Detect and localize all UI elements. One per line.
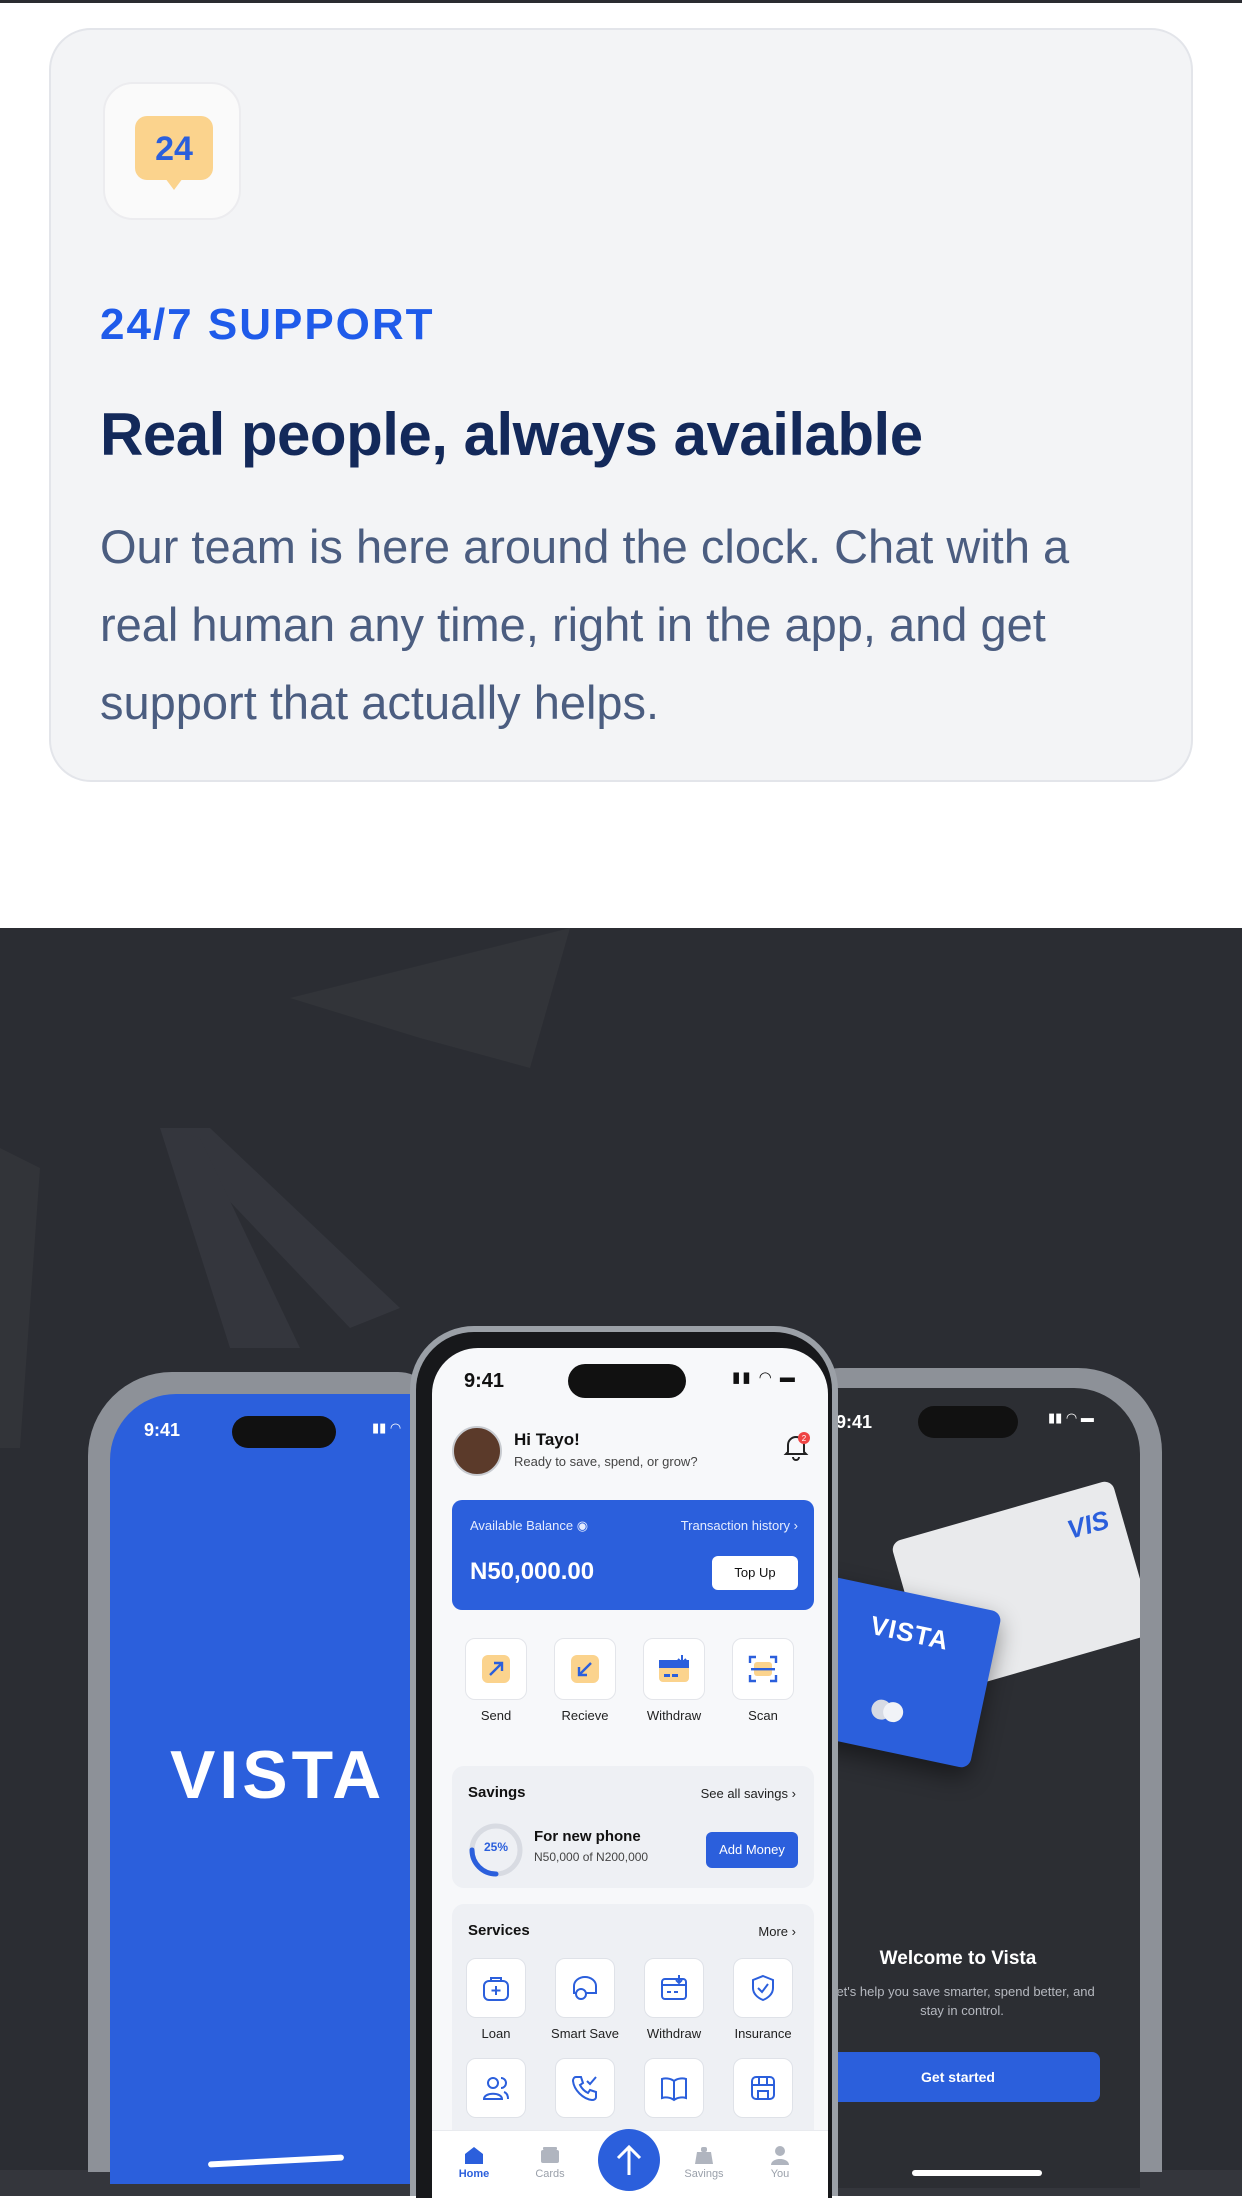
- receive-arrow-icon: [554, 1638, 616, 1700]
- get-started-button[interactable]: Get started: [816, 2052, 1100, 2102]
- signal-wifi-battery-icon: ▮▮ ◠ ▬: [1048, 1410, 1094, 1425]
- phone-call-icon: [555, 2058, 615, 2118]
- notification-bell-icon[interactable]: 2: [782, 1432, 810, 1467]
- people-icon: [466, 2058, 526, 2118]
- home-icon: [444, 2145, 504, 2168]
- service-loan[interactable]: Loan: [456, 1958, 536, 2041]
- action-send[interactable]: Send: [456, 1638, 536, 1723]
- chevron-right-icon: ›: [793, 1518, 798, 1533]
- dynamic-island: [918, 1406, 1018, 1438]
- service-learn[interactable]: [634, 2058, 714, 2118]
- service-store[interactable]: [723, 2058, 803, 2118]
- services-panel: Services More › Loan Smart Save Withdraw…: [452, 1904, 814, 2144]
- signal-wifi-battery-icon: ▮▮ ◠ ▬: [732, 1369, 797, 1386]
- arrow-up-icon: [616, 2144, 642, 2175]
- book-icon: [644, 2058, 704, 2118]
- savings-goal-progress: N50,000 of N200,000: [534, 1850, 649, 1864]
- status-time: 9:41: [144, 1420, 181, 1440]
- transaction-history-link[interactable]: Transaction history ›: [681, 1518, 798, 1533]
- action-withdraw[interactable]: Withdraw: [634, 1638, 714, 1723]
- balance-label: Available Balance ◉: [470, 1518, 589, 1533]
- dynamic-island: [568, 1364, 686, 1398]
- balance-amount: N50,000.00: [470, 1558, 595, 1585]
- chevron-right-icon: ›: [791, 1786, 796, 1801]
- home-indicator: [912, 2170, 1042, 2176]
- service-insurance[interactable]: Insurance: [723, 1958, 803, 2041]
- service-smart-save[interactable]: Smart Save: [545, 1958, 625, 2041]
- feature-description: Our team is here around the clock. Chat …: [100, 520, 1070, 729]
- service-call[interactable]: [545, 2058, 625, 2118]
- service-withdraw[interactable]: Withdraw: [634, 1958, 714, 2041]
- quick-actions: Send Recieve Withdraw Scan: [452, 1638, 814, 1728]
- savings-panel: Savings See all savings › 25% For new ph…: [452, 1766, 814, 1888]
- support-feature-card: 24 24/7 SUPPORT Real people, always avai…: [49, 28, 1193, 782]
- tab-you[interactable]: You: [750, 2145, 810, 2180]
- withdraw-icon: [644, 1958, 704, 2018]
- bottom-tab-bar: Home Cards Savings You: [432, 2129, 828, 2198]
- see-all-savings-link[interactable]: See all savings ›: [701, 1786, 796, 1801]
- scan-icon: [732, 1638, 794, 1700]
- feature-title: Real people, always available: [100, 401, 923, 468]
- support-badge: 24: [103, 82, 241, 220]
- action-scan[interactable]: Scan: [723, 1638, 803, 1723]
- card-logo: VISTA: [867, 1609, 952, 1656]
- smart-save-icon: [555, 1958, 615, 2018]
- withdraw-card-icon: [643, 1638, 705, 1700]
- vista-logo: VISTA: [170, 1737, 386, 1813]
- feature-eyebrow: 24/7 SUPPORT: [100, 300, 435, 349]
- welcome-subtitle: Let's help you save smarter, spend bette…: [829, 1984, 1095, 2018]
- more-services-link[interactable]: More ›: [758, 1924, 796, 1939]
- greeting-subtitle: Ready to save, spend, or grow?: [514, 1454, 698, 1469]
- user-icon: [750, 2145, 810, 2168]
- tab-cards[interactable]: Cards: [520, 2145, 580, 2180]
- top-divider: [0, 0, 1242, 3]
- add-money-button[interactable]: Add Money: [706, 1832, 798, 1868]
- signal-wifi-icon: ▮▮ ◠: [372, 1420, 402, 1435]
- home-indicator: [207, 2154, 345, 2168]
- splash-screen: 9:41 ▮▮ ◠ VISTA: [110, 1394, 440, 2184]
- svg-text:24: 24: [155, 130, 193, 168]
- phone-home-screen: 9:41 ▮▮ ◠ ▬ Hi Tayo! Ready to save, spen…: [410, 1326, 838, 2198]
- send-arrow-icon: [465, 1638, 527, 1700]
- top-up-button[interactable]: Top Up: [712, 1556, 798, 1590]
- home-screen: 9:41 ▮▮ ◠ ▬ Hi Tayo! Ready to save, spen…: [432, 1348, 828, 2198]
- transfer-fab-button[interactable]: [598, 2129, 660, 2191]
- action-receive[interactable]: Recieve: [545, 1638, 625, 1723]
- chevron-right-icon: ›: [791, 1924, 796, 1939]
- greeting: Hi Tayo!: [514, 1430, 580, 1449]
- phone-welcome-screen: 9:41 ▮▮ ◠ ▬ VIS VISTA Welcome to Vista L…: [800, 1368, 1162, 2188]
- eye-icon: ◉: [576, 1518, 589, 1533]
- savings-percent: 25%: [483, 1840, 509, 1854]
- phone-splash-screen: 9:41 ▮▮ ◠ VISTA: [88, 1372, 440, 2184]
- cards-icon: [520, 2145, 580, 2168]
- savings-bag-icon: [674, 2145, 734, 2168]
- services-heading: Services: [468, 1922, 530, 1939]
- welcome-title: Welcome to Vista: [879, 1948, 1037, 1969]
- tab-savings[interactable]: Savings: [674, 2145, 734, 2180]
- svg-text:2: 2: [802, 1434, 807, 1443]
- shield-icon: [733, 1958, 793, 2018]
- dynamic-island: [232, 1416, 336, 1448]
- tab-home[interactable]: Home: [444, 2145, 504, 2180]
- savings-goal-name: For new phone: [534, 1828, 641, 1845]
- 24-hours-icon: 24: [135, 116, 213, 190]
- card-logo: VIS: [1063, 1504, 1113, 1545]
- status-time: 9:41: [836, 1412, 873, 1432]
- welcome-screen: 9:41 ▮▮ ◠ ▬ VIS VISTA Welcome to Vista L…: [808, 1388, 1140, 2188]
- store-icon: [733, 2058, 793, 2118]
- avatar[interactable]: [452, 1426, 502, 1476]
- service-community[interactable]: [456, 2058, 536, 2118]
- savings-heading: Savings: [468, 1784, 526, 1801]
- loan-icon: [466, 1958, 526, 2018]
- status-time: 9:41: [464, 1370, 505, 1392]
- balance-card: Available Balance ◉ Transaction history …: [452, 1500, 814, 1610]
